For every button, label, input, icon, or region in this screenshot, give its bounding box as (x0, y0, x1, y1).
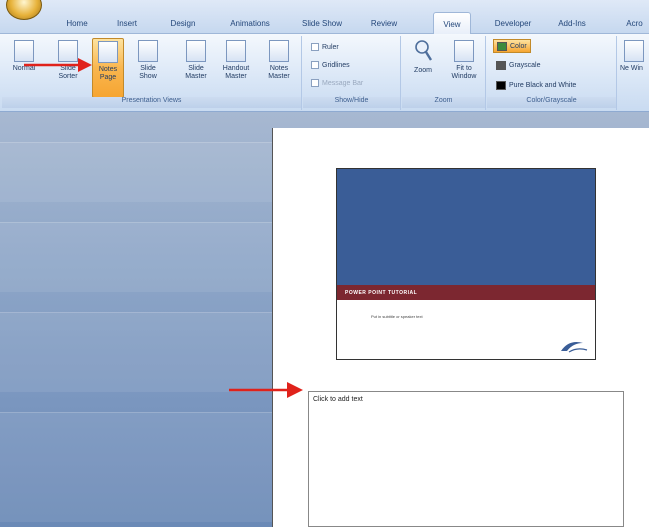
ribbon: Normal Slide Sorter Notes Page Slide Sho… (0, 34, 649, 112)
fit-to-window-label: Fit to Window (451, 65, 477, 80)
zoom-button[interactable]: Zoom (406, 38, 440, 94)
group-show-hide: Ruler Gridlines Message Bar Show/Hide (303, 36, 401, 110)
handout-master-icon (226, 40, 246, 62)
notes-master-icon (269, 40, 289, 62)
group-color-grayscale: Color Grayscale Pure Black and White Col… (487, 36, 617, 110)
gridlines-check-icon (311, 61, 319, 69)
black-white-swatch-icon (496, 80, 506, 90)
tab-insert[interactable]: Insert (110, 16, 144, 34)
grayscale-label: Grayscale (509, 61, 541, 69)
tab-add-ins[interactable]: Add-Ins (552, 16, 592, 34)
tab-animations[interactable]: Animations (222, 16, 278, 34)
tab-home[interactable]: Home (58, 16, 96, 34)
show-hide-label: Show/Hide (303, 97, 400, 108)
group-window: Ne Win (618, 36, 649, 110)
presentation-views-label: Presentation Views (2, 97, 301, 108)
notes-master-button[interactable]: Notes Master (262, 38, 296, 94)
slide-show-button[interactable]: Slide Show (132, 38, 164, 94)
tab-design[interactable]: Design (163, 16, 203, 34)
slide-thumbnail[interactable]: POWER POINT TUTORIAL Put in subtitle or … (336, 168, 596, 360)
notes-page-icon (98, 41, 118, 63)
ruler-check-icon (311, 43, 319, 51)
grayscale-button[interactable]: Grayscale (496, 58, 541, 72)
color-button[interactable]: Color (493, 39, 531, 53)
new-window-button[interactable]: Ne Win (620, 38, 649, 94)
fit-to-window-button[interactable]: Fit to Window (446, 38, 482, 94)
zoom-magnifier-icon (415, 40, 433, 61)
slide-logo-icon (561, 342, 588, 353)
message-bar-check-icon (311, 79, 319, 87)
tab-review[interactable]: Review (365, 16, 403, 34)
grayscale-swatch-icon (496, 60, 506, 70)
red-arrow-icon (229, 382, 303, 398)
notes-master-label: Notes Master (268, 65, 290, 80)
gridlines-label: Gridlines (322, 61, 350, 69)
zoom-label: Zoom (414, 67, 432, 74)
notes-placeholder: Click to add text (313, 396, 363, 403)
zoom-group-label: Zoom (402, 97, 485, 108)
slide-show-label: Slide Show (139, 65, 157, 80)
ruler-checkbox[interactable]: Ruler (311, 40, 339, 54)
red-arrow-icon (24, 58, 92, 72)
new-window-label: Ne Win (620, 65, 643, 72)
slide-show-icon (138, 40, 158, 62)
background-band (0, 222, 300, 292)
notes-page: POWER POINT TUTORIAL Put in subtitle or … (272, 128, 649, 527)
slide-master-button[interactable]: Slide Master (180, 38, 212, 94)
ruler-label: Ruler (322, 43, 339, 51)
message-bar-label: Message Bar (322, 79, 364, 87)
tab-view[interactable]: View (433, 12, 471, 35)
slide-master-icon (186, 40, 206, 62)
background-band (0, 142, 300, 202)
color-swatch-icon (497, 41, 507, 51)
notes-textbox[interactable]: Click to add text (308, 391, 624, 527)
tab-slide-show[interactable]: Slide Show (296, 16, 348, 34)
color-label: Color (510, 42, 527, 50)
tab-developer[interactable]: Developer (487, 16, 539, 34)
message-bar-checkbox: Message Bar (311, 76, 363, 90)
workspace: POWER POINT TUTORIAL Put in subtitle or … (0, 112, 649, 527)
slide-subtitle: Put in subtitle or speaker text (371, 314, 423, 319)
new-window-icon (624, 40, 644, 62)
slide-master-label: Slide Master (185, 65, 207, 80)
color-grayscale-label: Color/Grayscale (487, 97, 616, 108)
handout-master-label: Handout Master (222, 65, 250, 80)
handout-master-button[interactable]: Handout Master (218, 38, 254, 94)
group-zoom: Zoom Fit to Window Zoom (402, 36, 486, 110)
pure-black-white-label: Pure Black and White (509, 81, 577, 89)
office-button[interactable] (6, 0, 42, 20)
tab-acrobat[interactable]: Acro (620, 16, 649, 34)
background-band (0, 412, 300, 522)
gridlines-checkbox[interactable]: Gridlines (311, 58, 350, 72)
notes-page-label: Notes Page (98, 66, 118, 81)
slide-background (337, 169, 595, 285)
fit-to-window-icon (454, 40, 474, 62)
slide-title: POWER POINT TUTORIAL (337, 285, 595, 300)
ribbon-tab-bar: Home Insert Design Animations Slide Show… (0, 0, 649, 35)
notes-page-button[interactable]: Notes Page (92, 38, 124, 98)
pure-black-white-button[interactable]: Pure Black and White (496, 78, 576, 92)
